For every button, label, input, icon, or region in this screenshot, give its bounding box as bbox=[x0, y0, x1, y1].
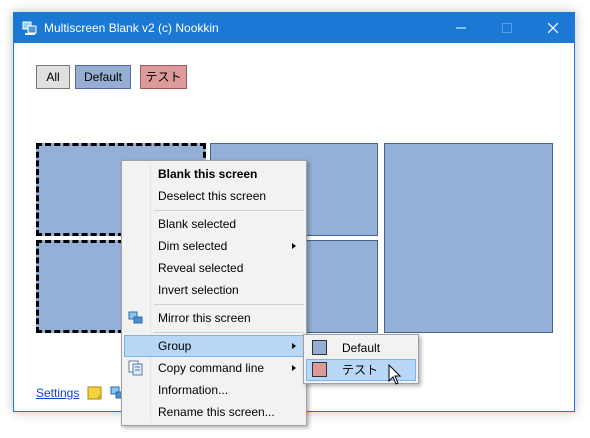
menu-item-label: Information... bbox=[158, 383, 229, 397]
submenu-arrow-icon bbox=[292, 243, 296, 249]
close-icon bbox=[548, 23, 558, 33]
menu-item-mirror-this-screen[interactable]: Mirror this screen bbox=[124, 307, 304, 329]
submenu-arrow-icon bbox=[292, 343, 296, 349]
menu-item-label: Rename this screen... bbox=[158, 405, 275, 419]
app-logo-icon bbox=[22, 21, 37, 35]
menu-item-label: Copy command line bbox=[158, 361, 265, 375]
submenu-arrow-icon bbox=[292, 365, 296, 371]
menu-item-blank-selected[interactable]: Blank selected bbox=[124, 213, 304, 235]
menu-separator bbox=[154, 210, 304, 211]
settings-link[interactable]: Settings bbox=[36, 386, 79, 400]
note-icon[interactable] bbox=[87, 385, 103, 401]
menu-item-label: Blank this screen bbox=[158, 167, 258, 181]
menu-item-invert-selection[interactable]: Invert selection bbox=[124, 279, 304, 301]
menu-item-copy-command-line[interactable]: Copy command line bbox=[124, 357, 304, 379]
menu-item-reveal-selected[interactable]: Reveal selected bbox=[124, 257, 304, 279]
group-test-button[interactable]: テスト bbox=[140, 65, 187, 89]
color-swatch bbox=[312, 362, 327, 377]
close-button[interactable] bbox=[530, 13, 576, 43]
menu-item-group[interactable]: Group bbox=[124, 335, 304, 357]
menu-item-label: Invert selection bbox=[158, 283, 239, 297]
mouse-cursor-icon bbox=[388, 364, 402, 385]
group-default-button[interactable]: Default bbox=[75, 65, 131, 89]
submenu-item-label: テスト bbox=[342, 363, 379, 377]
menu-separator bbox=[154, 332, 304, 333]
menu-item-label: Reveal selected bbox=[158, 261, 244, 275]
menu-item-deselect-this-screen[interactable]: Deselect this screen bbox=[124, 185, 304, 207]
context-menu: Blank this screen Deselect this screen B… bbox=[121, 160, 307, 426]
menu-item-rename-this-screen[interactable]: Rename this screen... bbox=[124, 401, 304, 423]
menu-item-label: Mirror this screen bbox=[158, 311, 251, 325]
minimize-icon bbox=[456, 27, 466, 29]
color-swatch bbox=[312, 340, 327, 355]
minimize-button[interactable] bbox=[438, 13, 484, 43]
menu-item-label: Blank selected bbox=[158, 217, 237, 231]
copy-icon bbox=[128, 360, 143, 376]
maximize-icon bbox=[502, 23, 512, 33]
menu-separator bbox=[154, 304, 304, 305]
monitors-icon bbox=[128, 311, 143, 324]
menu-item-label: Group bbox=[158, 339, 192, 353]
screen-3[interactable] bbox=[384, 143, 553, 333]
menu-item-information[interactable]: Information... bbox=[124, 379, 304, 401]
title-bar[interactable]: Multiscreen Blank v2 (c) Nookkin bbox=[14, 13, 574, 43]
submenu-item-default[interactable]: Default bbox=[306, 337, 416, 359]
group-all-button[interactable]: All bbox=[36, 65, 70, 89]
menu-item-label: Dim selected bbox=[158, 239, 228, 253]
window-title: Multiscreen Blank v2 (c) Nookkin bbox=[44, 21, 219, 35]
submenu-item-label: Default bbox=[342, 341, 381, 355]
menu-item-dim-selected[interactable]: Dim selected bbox=[124, 235, 304, 257]
menu-item-blank-this-screen[interactable]: Blank this screen bbox=[124, 163, 304, 185]
maximize-button bbox=[484, 13, 530, 43]
menu-item-label: Deselect this screen bbox=[158, 189, 267, 203]
